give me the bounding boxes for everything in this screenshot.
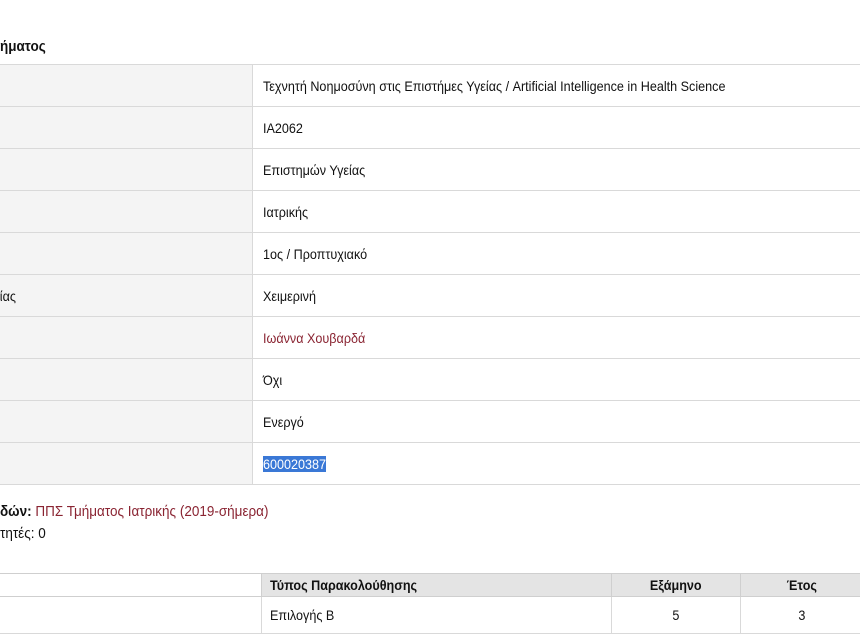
row-first-cell — [0, 596, 262, 634]
info-row-label — [0, 316, 253, 359]
info-row-label — [0, 442, 253, 485]
info-row-value: Χειμερινή — [252, 274, 860, 317]
info-row: 1ος / Προπτυχιακό — [0, 232, 860, 275]
info-row-label — [0, 106, 253, 149]
info-row-label — [0, 190, 253, 233]
info-row-label — [0, 358, 253, 401]
info-value-text: 1ος / Προπτυχιακό — [263, 245, 368, 262]
info-row: Τεχνητή Νοημοσύνη στις Επιστήμες Υγείας … — [0, 64, 860, 107]
info-row: IA2062 — [0, 106, 860, 149]
info-row-label — [0, 400, 253, 443]
info-row-value[interactable]: Ιωάννα Χουβαρδά — [252, 316, 860, 359]
row-attendance-type: Επιλογής Β — [261, 596, 612, 634]
info-row-label — [0, 148, 253, 191]
info-value-text: IA2062 — [263, 119, 303, 136]
instructor-link[interactable]: Ιωάννα Χουβαρδά — [263, 330, 365, 346]
info-row: Όχι — [0, 358, 860, 401]
info-row-label: ίας — [0, 274, 253, 317]
info-row-label — [0, 232, 253, 275]
row-semester: 5 — [611, 596, 741, 634]
header-semester: Εξάμηνο — [611, 573, 741, 597]
info-value-text: Τεχνητή Νοημοσύνη στις Επιστήμες Υγείας … — [263, 77, 726, 94]
info-row-value: Επιστημών Υγείας — [252, 148, 860, 191]
info-row-value: Ενεργό — [252, 400, 860, 443]
header-first — [0, 573, 262, 597]
selected-code-text: 600020387 — [263, 455, 327, 472]
info-row-value: 600020387 — [252, 442, 860, 485]
info-row: Επιστημών Υγείας — [0, 148, 860, 191]
info-value-text: Χειμερινή — [263, 287, 316, 304]
study-program-link[interactable]: ΠΠΣ Τμήματος Ιατρικής (2019-σήμερα) — [35, 503, 268, 520]
course-info-table: Τεχνητή Νοημοσύνη στις Επιστήμες Υγείας … — [0, 64, 860, 485]
info-row: ίας Χειμερινή — [0, 274, 860, 317]
program-table-header: Τύπος Παρακολούθησης Εξάμηνο Έτος — [0, 573, 860, 597]
info-row-value: Ιατρικής — [252, 190, 860, 233]
info-row-value: 1ος / Προπτυχιακό — [252, 232, 860, 275]
info-row-value: IA2062 — [252, 106, 860, 149]
row-year: 3 — [740, 596, 860, 634]
study-program-label: δών: — [0, 503, 32, 520]
students-count: τητές: 0 — [0, 525, 46, 542]
info-row: Ενεργό — [0, 400, 860, 443]
info-row-value: Όχι — [252, 358, 860, 401]
info-row-value: Τεχνητή Νοημοσύνη στις Επιστήμες Υγείας … — [252, 64, 860, 107]
info-row: 600020387 — [0, 442, 860, 485]
header-attendance-type: Τύπος Παρακολούθησης — [261, 573, 612, 597]
info-value-text: Όχι — [263, 371, 283, 388]
program-table-row: Επιλογής Β53 — [0, 596, 860, 634]
info-value-text: Επιστημών Υγείας — [263, 161, 366, 178]
info-value-text: Ενεργό — [263, 413, 304, 430]
header-year: Έτος — [740, 573, 860, 597]
info-row: Ιατρικής — [0, 190, 860, 233]
info-row: Ιωάννα Χουβαρδά — [0, 316, 860, 359]
study-program-line: δών: ΠΠΣ Τμήματος Ιατρικής (2019-σήμερα) — [0, 503, 268, 520]
info-value-text: Ιατρικής — [263, 203, 309, 220]
info-row-label — [0, 64, 253, 107]
course-details-page: ήματος Τεχνητή Νοημοσύνη στις Επιστήμες … — [0, 0, 860, 640]
program-table: Τύπος Παρακολούθησης Εξάμηνο Έτος Επιλογ… — [0, 573, 860, 634]
section-title: ήματος — [0, 38, 46, 55]
